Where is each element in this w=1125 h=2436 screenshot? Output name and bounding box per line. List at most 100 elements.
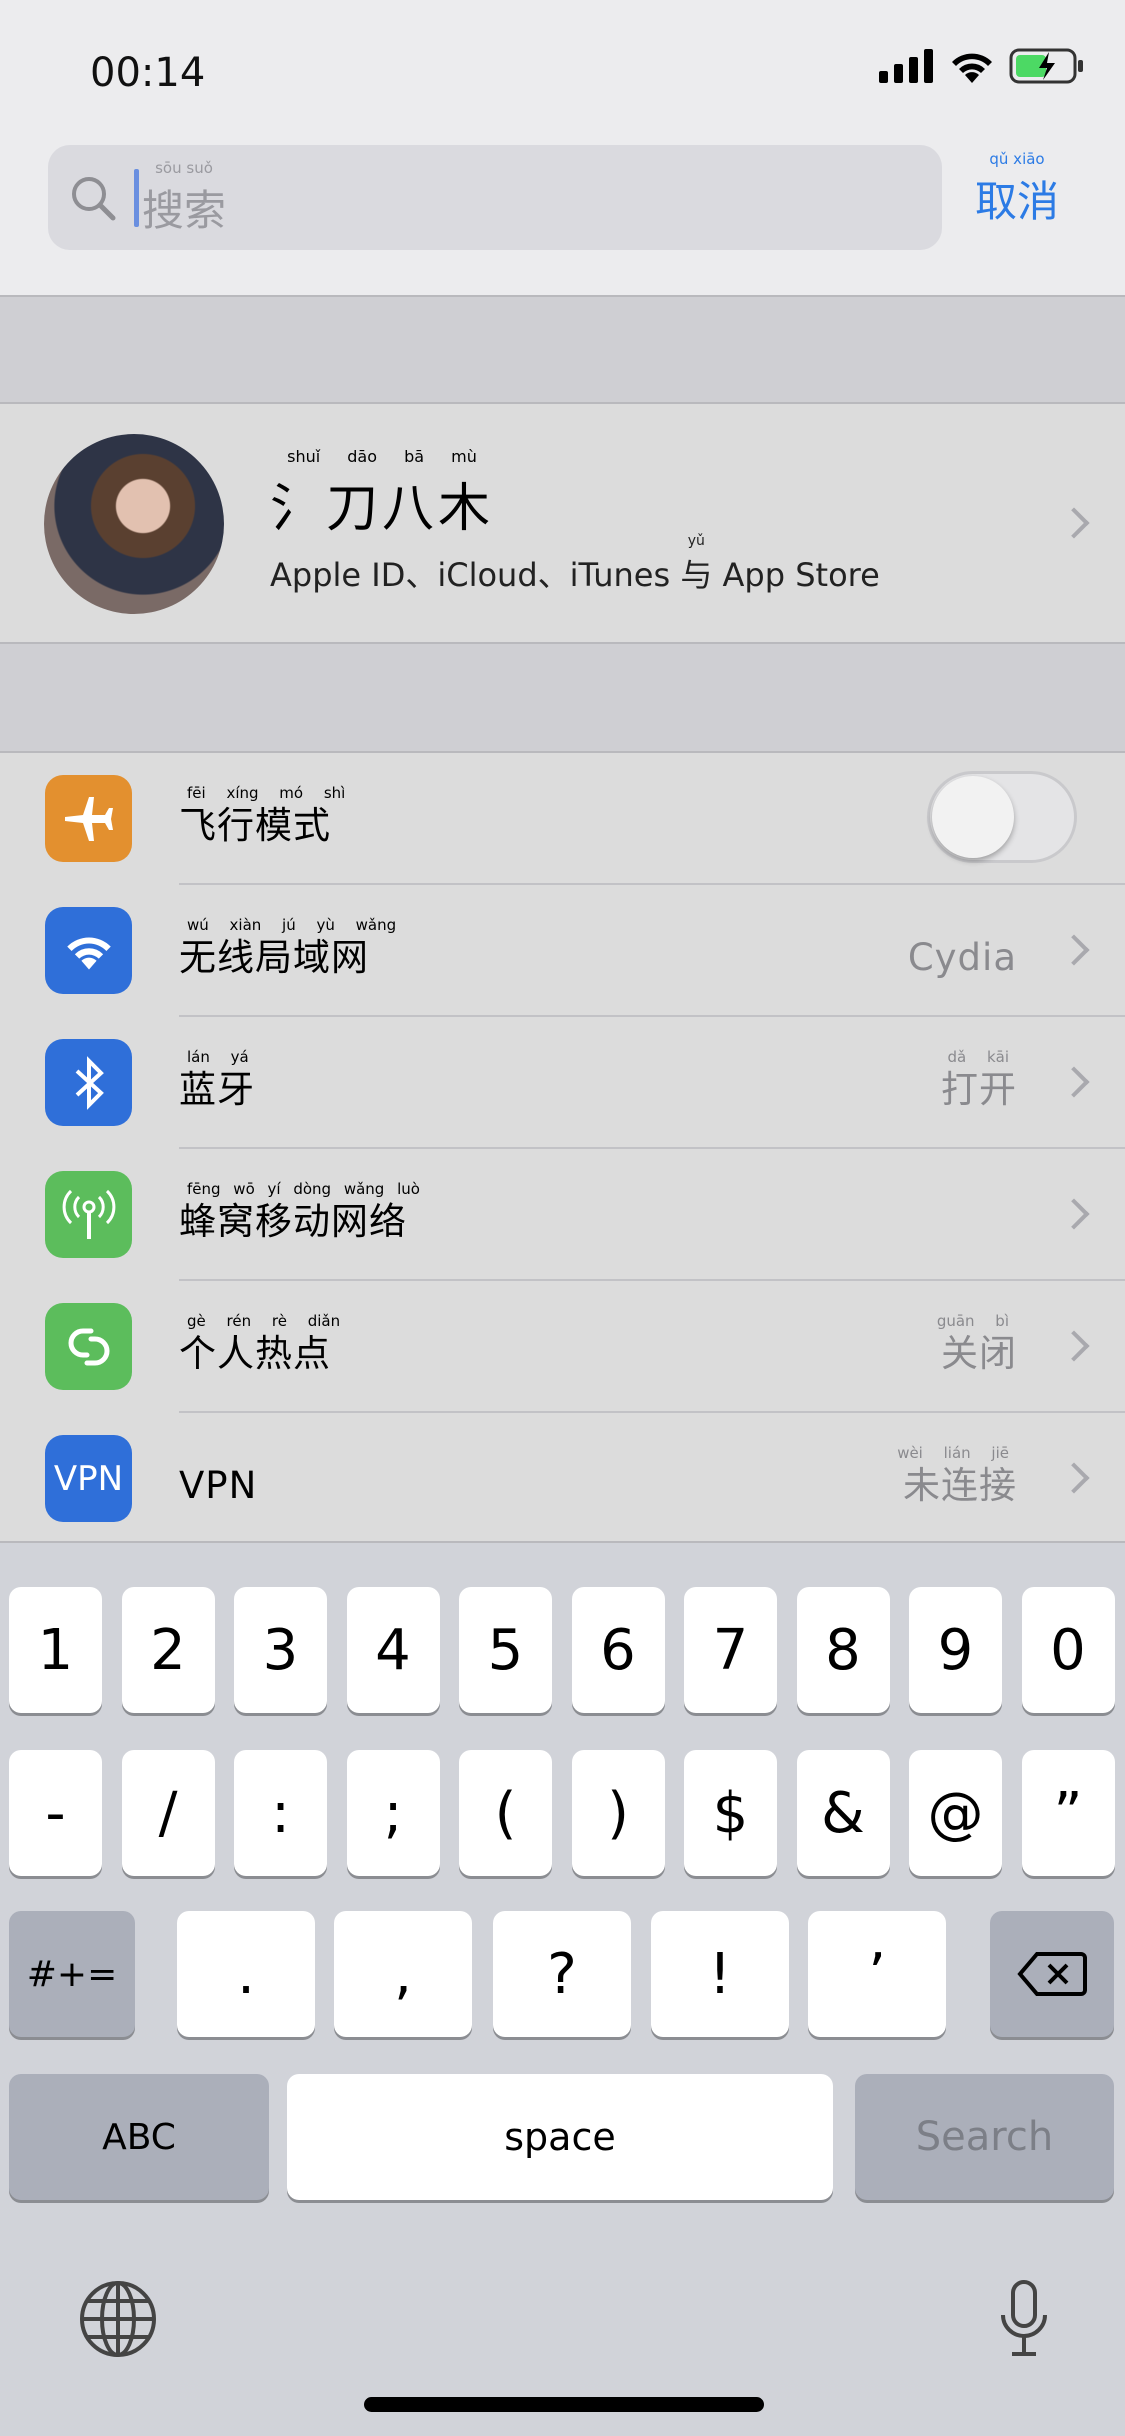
row-label-pinyin: fēi xíng mó shì	[187, 784, 346, 802]
key-punctuation[interactable]: ,	[334, 1911, 472, 2037]
key-symbol[interactable]: (	[459, 1750, 552, 1876]
placeholder-text: 搜索	[142, 186, 227, 235]
key-symbol[interactable]: ;	[346, 1750, 440, 1876]
chevron-right-icon	[1058, 1330, 1090, 1362]
chevron-right-icon	[1058, 1462, 1090, 1494]
profile-name-pinyin: shuǐ dāo bā mù	[287, 447, 477, 466]
row-value-text: 打开	[941, 1068, 1017, 1111]
row-label: lán yá 蓝牙	[179, 1047, 255, 1113]
key-symbol[interactable]: @	[909, 1750, 1002, 1876]
key-punctuation[interactable]: .	[177, 1911, 315, 2037]
profile-subtitle: Apple ID、iCloud、iTunes yǔ 与 App Store	[270, 532, 880, 596]
subtitle-part: 与	[680, 556, 713, 594]
key-8[interactable]: 8	[796, 1587, 890, 1713]
row-value: guān bì 关闭	[937, 1311, 1017, 1377]
row-label-text: VPN	[179, 1464, 258, 1507]
chevron-right-icon	[1058, 507, 1090, 539]
abc-key[interactable]: ABC	[9, 2074, 269, 2200]
settings-row-wifi[interactable]: wú xiàn jú yù wǎng 无线局域网 Cydia	[0, 885, 1125, 1017]
key-6[interactable]: 6	[571, 1587, 665, 1713]
wifi-icon	[952, 53, 992, 83]
status-time: 00:14	[90, 50, 206, 96]
row-label-text: 飞行模式	[179, 804, 331, 847]
battery-charging-icon	[1009, 48, 1083, 84]
delete-icon	[1017, 1952, 1087, 1996]
row-value-pinyin: dǎ kāi	[947, 1048, 1009, 1066]
search-input[interactable]: sōu suǒ 搜索	[48, 145, 942, 250]
row-label: fēng wō yí dòng wǎng luò 蜂窝移动网络	[179, 1179, 420, 1245]
settings-row-hotspot[interactable]: gè rén rè diǎn 个人热点 guān bì 关闭	[0, 1281, 1125, 1413]
key-symbol[interactable]: $	[684, 1750, 777, 1876]
delete-key[interactable]	[990, 1911, 1114, 2037]
search-placeholder: sōu suǒ 搜索	[142, 159, 226, 238]
subtitle-pinyin: yǔ	[687, 533, 705, 549]
row-label: fēi xíng mó shì 飞行模式	[179, 783, 345, 849]
profile-name-text: 氵刀八木	[270, 479, 495, 539]
text-caret	[134, 169, 139, 227]
space-key[interactable]: space	[287, 2074, 833, 2200]
key-symbol[interactable]: /	[121, 1750, 215, 1876]
key-1[interactable]: 1	[9, 1587, 102, 1713]
chevron-right-icon	[1058, 1198, 1090, 1230]
row-label: VPN	[179, 1443, 257, 1509]
apple-id-row[interactable]: shuǐ dāo bā mù 氵刀八木 Apple ID、iCloud、iTune…	[0, 402, 1125, 644]
search-key[interactable]: Search	[855, 2074, 1114, 2200]
row-label-pinyin: lán yá	[187, 1048, 249, 1066]
row-value-text: Cydia	[907, 936, 1017, 979]
keyboard: 1 2 3 4 5 6 7 8 9 0 - /:;() $ & @” #+=.,?!’ ABC space Sear…	[0, 1543, 1125, 2436]
row-label-pinyin: wú xiàn jú yù wǎng	[187, 916, 397, 934]
key-symbol[interactable]: &	[796, 1750, 890, 1876]
row-value: wèi lián jiē 未连接	[897, 1443, 1017, 1509]
key-punctuation[interactable]: !	[651, 1911, 789, 2037]
row-value-text: 关闭	[941, 1332, 1017, 1375]
subtitle-part: Apple ID、iCloud、iTunes	[270, 556, 681, 594]
row-value: dǎ kāi 打开	[941, 1047, 1017, 1113]
bluetooth-icon	[45, 1039, 132, 1126]
key-5[interactable]: 5	[459, 1587, 552, 1713]
airplane-mode-toggle[interactable]	[927, 771, 1077, 863]
key-2[interactable]: 2	[121, 1587, 215, 1713]
key-symbol[interactable]: :	[234, 1750, 327, 1876]
key-punctuation[interactable]: ’	[808, 1911, 946, 2037]
key-punctuation[interactable]: ?	[493, 1911, 631, 2037]
settings-row-vpn[interactable]: VPN VPN wèi lián jiē 未连接	[0, 1413, 1125, 1545]
airplane-icon	[45, 775, 132, 862]
row-label-text: 蜂窝移动网络	[179, 1200, 407, 1243]
cellular-signal-icon	[879, 49, 933, 83]
key-3[interactable]: 3	[234, 1587, 327, 1713]
row-label-pinyin: fēng wō yí dòng wǎng luò	[187, 1180, 420, 1198]
globe-icon[interactable]	[78, 2279, 158, 2363]
row-label-text: 蓝牙	[179, 1068, 255, 1111]
header: 00:14 sōu suǒ 搜索 qǔ xiāo 取消	[0, 0, 1125, 297]
row-value-pinyin: guān bì	[936, 1312, 1009, 1330]
key-9[interactable]: 9	[909, 1587, 1002, 1713]
key-4[interactable]: 4	[346, 1587, 440, 1713]
toggle-knob	[932, 776, 1014, 858]
hotspot-icon	[45, 1303, 132, 1390]
row-label: wú xiàn jú yù wǎng 无线局域网	[179, 915, 396, 981]
settings-list: fēi xíng mó shì 飞行模式 wú xiàn jú yù wǎng …	[0, 751, 1125, 1543]
key-0[interactable]: 0	[1021, 1587, 1115, 1713]
settings-row-bluetooth[interactable]: lán yá 蓝牙 dǎ kāi 打开	[0, 1017, 1125, 1149]
subtitle-part: App Store	[712, 556, 880, 594]
settings-row-airplane-mode[interactable]: fēi xíng mó shì 飞行模式	[0, 753, 1125, 885]
key-symbol[interactable]: -	[9, 1750, 102, 1876]
settings-row-cellular[interactable]: fēng wō yí dòng wǎng luò 蜂窝移动网络	[0, 1149, 1125, 1281]
row-value-text: 未连接	[903, 1464, 1017, 1507]
microphone-icon[interactable]	[996, 2279, 1052, 2363]
key-symbol[interactable]: )	[571, 1750, 665, 1876]
symbols-mode-key[interactable]: #+=	[9, 1911, 135, 2037]
search-icon	[72, 177, 116, 221]
key-symbol[interactable]: ”	[1021, 1750, 1115, 1876]
chevron-right-icon	[1058, 934, 1090, 966]
status-icons	[879, 48, 1085, 84]
vpn-icon: VPN	[45, 1435, 132, 1522]
cellular-antenna-icon	[45, 1171, 132, 1258]
row-label: gè rén rè diǎn 个人热点	[179, 1311, 340, 1377]
cancel-button[interactable]: qǔ xiāo 取消	[975, 150, 1059, 229]
row-value-pinyin: wèi lián jiē	[897, 1444, 1009, 1462]
profile-name: shuǐ dāo bā mù 氵刀八木	[270, 448, 494, 541]
avatar	[44, 434, 224, 614]
home-indicator[interactable]	[364, 2397, 764, 2412]
key-7[interactable]: 7	[684, 1587, 777, 1713]
